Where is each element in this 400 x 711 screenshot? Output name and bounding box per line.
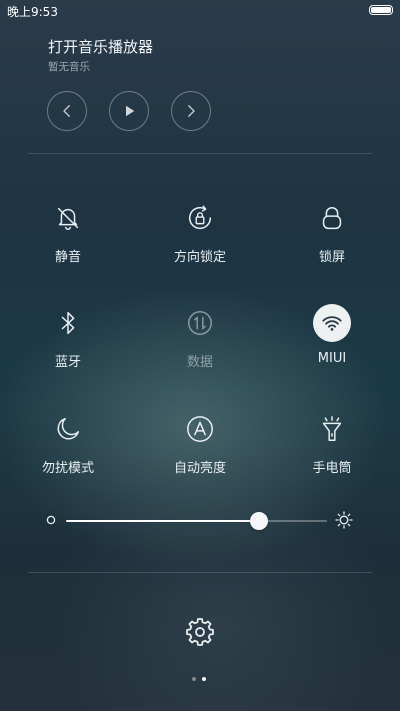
wifi-icon bbox=[322, 316, 342, 331]
gear-icon[interactable] bbox=[186, 618, 214, 646]
toggle-label: 方向锁定 bbox=[173, 250, 226, 265]
play-button[interactable] bbox=[109, 91, 149, 131]
previous-button[interactable] bbox=[47, 91, 87, 131]
divider bbox=[28, 572, 372, 573]
lock-icon bbox=[322, 207, 342, 230]
page-dot bbox=[192, 677, 196, 681]
bell-off-icon bbox=[57, 207, 79, 230]
toggle-label: MIUI bbox=[317, 351, 347, 366]
music-status: 暂无音乐 bbox=[48, 61, 90, 73]
toggle-label: 蓝牙 bbox=[54, 355, 81, 370]
play-icon bbox=[126, 105, 135, 117]
toggle-wifi[interactable]: MIUI bbox=[272, 304, 392, 375]
page-dot bbox=[202, 677, 206, 681]
divider bbox=[28, 153, 372, 154]
toggle-do-not-disturb[interactable]: 勿扰模式 bbox=[8, 411, 128, 481]
toggle-label: 锁屏 bbox=[318, 250, 345, 265]
toggle-bluetooth[interactable]: 蓝牙 bbox=[8, 305, 128, 375]
toggle-lock-screen[interactable]: 锁屏 bbox=[272, 200, 392, 270]
status-bar: 晚上9:53 bbox=[0, 0, 400, 22]
active-indicator bbox=[313, 304, 351, 342]
toggle-auto-brightness[interactable]: 自动亮度 bbox=[140, 411, 260, 481]
brightness-fill bbox=[66, 520, 260, 522]
moon-icon bbox=[57, 417, 80, 440]
battery-full-icon bbox=[369, 5, 393, 15]
toggle-label: 数据 bbox=[186, 355, 213, 370]
brightness-high-icon bbox=[335, 511, 353, 529]
chevron-left-icon bbox=[63, 105, 70, 117]
toggle-flashlight[interactable]: 手电筒 bbox=[272, 411, 392, 481]
next-button[interactable] bbox=[171, 91, 211, 131]
toggle-mobile-data[interactable]: 数据 bbox=[140, 305, 260, 375]
brightness-thumb[interactable] bbox=[250, 512, 269, 530]
toggle-label: 勿扰模式 bbox=[41, 461, 94, 476]
chevron-right-icon bbox=[188, 105, 195, 117]
toggle-label: 自动亮度 bbox=[173, 461, 226, 476]
toggle-label: 静音 bbox=[54, 250, 81, 265]
auto-brightness-icon bbox=[187, 416, 213, 442]
page-indicator bbox=[0, 677, 400, 683]
rotation-lock-icon bbox=[188, 205, 212, 230]
brightness-slider[interactable] bbox=[0, 508, 400, 534]
music-player-title[interactable]: 打开音乐播放器 bbox=[48, 36, 153, 57]
mobile-data-icon bbox=[188, 311, 212, 335]
brightness-low-icon bbox=[46, 515, 56, 525]
status-time: 晚上9:53 bbox=[7, 5, 58, 19]
toggle-rotation-lock[interactable]: 方向锁定 bbox=[140, 200, 260, 270]
toggle-mute[interactable]: 静音 bbox=[8, 200, 128, 270]
flashlight-icon bbox=[322, 416, 342, 441]
bluetooth-icon bbox=[61, 311, 75, 335]
toggle-label: 手电筒 bbox=[312, 461, 352, 476]
brightness-track[interactable] bbox=[66, 512, 327, 530]
